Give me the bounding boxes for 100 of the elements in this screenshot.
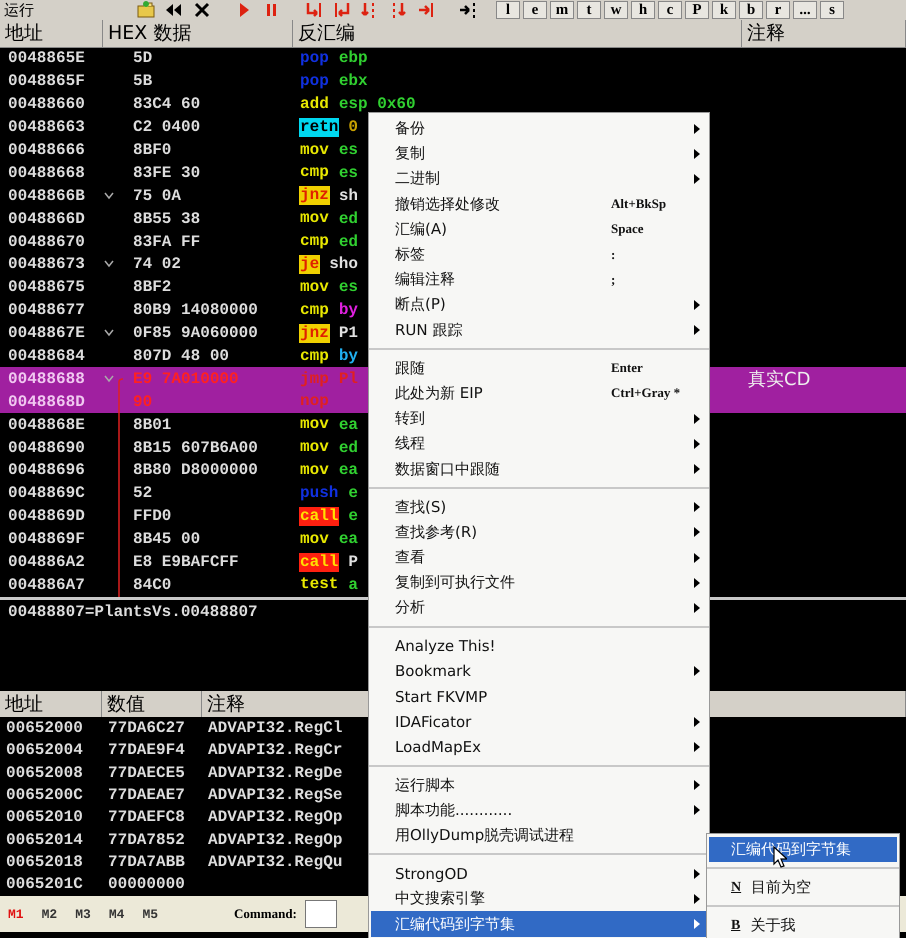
toolbar-button[interactable]: l	[496, 1, 520, 19]
menu-item[interactable]: 断点(P)	[371, 292, 707, 318]
menu-item[interactable]: 复制	[371, 141, 707, 166]
hex-cell-text: 0F85 9A060000	[132, 324, 259, 342]
menu-item[interactable]: 标签 :	[371, 242, 707, 268]
menu-item[interactable]: 复制到可执行文件	[371, 570, 707, 596]
operand: 0	[348, 118, 358, 136]
menu-item[interactable]: 汇编(A) Space	[371, 216, 707, 242]
menu-item[interactable]: 跟随 Enter	[371, 356, 707, 381]
value-cell-text: 77DAEAE7	[107, 786, 186, 804]
address-cell-text: 0048868E	[7, 416, 86, 434]
mnemonic: mov	[299, 460, 330, 480]
operand: esp 0x60	[338, 95, 416, 114]
operand: es	[338, 141, 358, 159]
column-header[interactable]: 地址	[0, 20, 103, 48]
command-field[interactable]	[304, 900, 337, 928]
column-header[interactable]: HEX 数据	[103, 20, 293, 48]
mnemonic: nop	[299, 392, 330, 412]
operand: P1	[338, 324, 358, 342]
menu-item[interactable]: 查看	[371, 545, 707, 570]
toolbar-button[interactable]: t	[577, 1, 601, 19]
operand: ea	[338, 530, 358, 548]
menu-item[interactable]: 脚本功能............	[371, 798, 707, 823]
address-cell-text: 004886A7	[7, 576, 86, 594]
menu-item[interactable]: RUN 跟踪	[371, 318, 707, 343]
address-cell-text: 00488670	[7, 232, 86, 251]
menu-item[interactable]: IDAFicator	[371, 709, 707, 734]
value-cell-text: 77DAEFC8	[107, 808, 186, 826]
menu-item[interactable]: 分析	[371, 595, 707, 621]
toolbar-button[interactable]: r	[766, 1, 790, 19]
menu-item[interactable]: 汇编代码到字节集	[371, 911, 707, 937]
hex-cell-text: 52	[132, 484, 154, 502]
address-cell-text: 0065201C	[5, 875, 84, 894]
menu-item[interactable]: 二进制	[371, 166, 707, 192]
column-header[interactable]: 地址	[0, 691, 102, 717]
toolbar-button[interactable]: w	[604, 1, 628, 19]
mnemonic: je	[299, 254, 320, 274]
memory-tab[interactable]: M3	[73, 906, 93, 922]
memory-tab[interactable]: M4	[106, 906, 126, 922]
menu-item[interactable]: 此处为新 EIP Ctrl+Gray *	[371, 380, 707, 406]
operand: ed	[338, 232, 358, 251]
operand: P	[348, 553, 358, 572]
menu-item[interactable]: Start FKVMP	[371, 684, 707, 710]
mnemonic: pop	[299, 48, 330, 68]
mnemonic: cmp	[299, 300, 330, 320]
value-cell-text: 77DA7ABB	[107, 852, 186, 871]
menu-item[interactable]: 用OllyDump脱壳调试进程	[371, 822, 707, 848]
operand: ea	[338, 416, 358, 434]
mnemonic: add	[299, 94, 330, 114]
menu-item[interactable]: 数据窗口中跟随	[371, 456, 707, 482]
memory-tab[interactable]: M5	[140, 906, 160, 922]
mnemonic: mov	[299, 438, 330, 458]
hex-cell-text: 8B45 00	[132, 530, 202, 548]
menu-item[interactable]: 查找(S)	[371, 494, 707, 520]
address-cell-text: 00488675	[7, 278, 86, 296]
column-header[interactable]: 注释	[742, 20, 906, 48]
menu-item[interactable]: 中文搜索引擎	[371, 886, 707, 912]
toolbar-button[interactable]: ...	[793, 1, 817, 19]
menu-item[interactable]: 编辑注释 ;	[371, 267, 707, 292]
toolbar-button[interactable]: P	[685, 1, 709, 19]
toolbar-button[interactable]: c	[658, 1, 682, 19]
memory-tab[interactable]: M2	[40, 906, 60, 922]
operand: ed	[338, 438, 358, 457]
operand: a	[348, 576, 358, 594]
mnemonic: jnz	[299, 186, 330, 206]
value-cell-text: 77DAE9F4	[107, 741, 186, 760]
toolbar-button[interactable]: e	[523, 1, 547, 19]
address-cell-text: 00652000	[5, 719, 84, 738]
toolbar-button[interactable]: m	[550, 1, 574, 19]
column-header[interactable]: 反汇编	[293, 20, 742, 48]
menu-item[interactable]: LoadMapEx	[371, 734, 707, 760]
menu-item[interactable]: N 目前为空	[709, 875, 897, 900]
menu-item[interactable]: 转到	[371, 406, 707, 432]
comment-cell: ADVAPI32.RegSe	[208, 786, 342, 804]
toolbar-button[interactable]: k	[712, 1, 736, 19]
operand: es	[338, 164, 358, 182]
column-header[interactable]: 数值	[102, 691, 202, 717]
address-cell-text: 00488677	[7, 301, 86, 320]
menu-item[interactable]: Analyze This!	[371, 634, 707, 659]
menu-item[interactable]: 备份	[371, 116, 707, 142]
toolbar-button[interactable]: h	[631, 1, 655, 19]
menu-item[interactable]: Bookmark	[371, 658, 707, 684]
hex-cell-text: 90	[132, 392, 154, 411]
mnemonic: cmp	[299, 232, 330, 252]
toolbar-button[interactable]: s	[820, 1, 844, 19]
menu-item[interactable]: 运行脚本	[371, 772, 707, 798]
toolbar-button[interactable]: b	[739, 1, 763, 19]
mnemonic: call	[299, 552, 340, 572]
operand: by	[338, 347, 358, 366]
menu-item[interactable]: StrongOD	[371, 861, 707, 886]
hex-cell-text: 74 02	[132, 255, 182, 274]
hex-cell-text: 75 0A	[132, 186, 182, 205]
memory-tab[interactable]: M1	[6, 906, 26, 922]
menu-item[interactable]: 查找参考(R)	[371, 520, 707, 545]
address-cell-text: 00488668	[7, 164, 86, 182]
mnemonic: test	[299, 575, 340, 594]
address-cell-text: 00652010	[5, 808, 84, 826]
menu-item[interactable]: 撤销选择处修改 Alt+BkSp	[371, 192, 707, 217]
menu-item[interactable]: 线程	[371, 431, 707, 456]
menu-item[interactable]: B 关于我	[709, 913, 897, 938]
